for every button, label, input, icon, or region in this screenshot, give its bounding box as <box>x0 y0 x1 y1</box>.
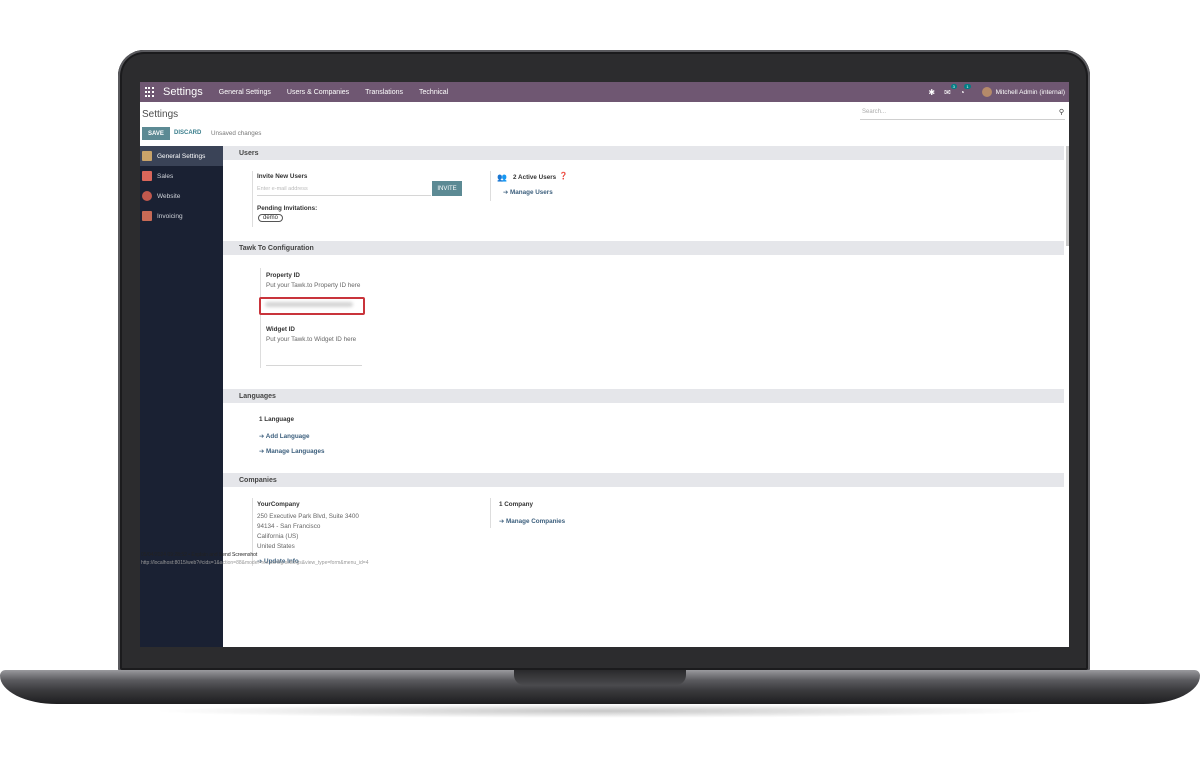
invite-button[interactable]: INVITE <box>432 181 462 196</box>
scrollbar[interactable] <box>1066 146 1069 246</box>
activity-clock-icon[interactable]: ◔ 1 <box>960 83 971 97</box>
property-id-help: Put your Tawk.to Property ID here <box>266 282 361 289</box>
messages-icon[interactable]: ✉ 3 <box>944 83 957 97</box>
sidebar-item-label: Invoicing <box>157 212 183 220</box>
manage-users-link[interactable]: ➔ Manage Users <box>503 189 553 196</box>
sidebar-item-sales[interactable]: Sales <box>140 166 223 186</box>
link-label: Manage Users <box>510 189 553 196</box>
sales-chart-icon <box>142 171 152 181</box>
company-address-line: California (US) <box>257 533 299 540</box>
user-menu[interactable]: Mitchell Admin (internal) <box>981 87 1065 97</box>
divider <box>252 171 253 227</box>
property-id-input[interactable] <box>259 297 365 315</box>
debug-url[interactable]: http://localhost:8015/web?#cids=1&action… <box>141 560 369 566</box>
activity-badge: 1 <box>964 83 971 89</box>
messages-badge: 3 <box>950 83 957 89</box>
invite-label: Invite New Users <box>257 173 308 180</box>
invoice-icon <box>142 211 152 221</box>
gear-icon <box>142 151 152 161</box>
laptop-notch <box>514 670 686 685</box>
manage-languages-link[interactable]: ➔ Manage Languages <box>259 448 324 455</box>
control-panel: Settings Search... ⚲ SAVE DISCARD Unsave… <box>140 102 1069 145</box>
redacted-value <box>265 302 353 307</box>
company-address-line: 250 Executive Park Blvd, Suite 3400 <box>257 513 359 520</box>
company-address-line: 94134 - San Francisco <box>257 523 321 530</box>
menu-general-settings[interactable]: General Settings <box>219 89 271 96</box>
users-icon: 👥 <box>497 173 507 182</box>
discard-button[interactable]: DISCARD <box>174 130 201 136</box>
active-users: 2 Active Users <box>513 174 557 181</box>
section-header-languages: Languages <box>223 389 1064 403</box>
laptop-shadow <box>150 704 1050 718</box>
add-language-link[interactable]: ➔ Add Language <box>259 433 310 440</box>
top-navbar: Settings General Settings Users & Compan… <box>140 82 1069 102</box>
divider <box>490 171 491 201</box>
bug-icon[interactable]: ✱ <box>928 88 935 97</box>
sidebar-item-general-settings[interactable]: General Settings <box>140 146 223 166</box>
section-header-tawk: Tawk To Configuration <box>223 241 1064 255</box>
sidebar-item-website[interactable]: Website <box>140 186 223 206</box>
help-icon[interactable]: ❓ <box>559 172 568 180</box>
page-title: Settings <box>142 109 179 120</box>
menu-technical[interactable]: Technical <box>419 89 448 96</box>
pending-tag[interactable]: demo <box>258 214 284 222</box>
divider <box>260 268 261 368</box>
email-placeholder: Enter e-mail address <box>257 186 308 192</box>
section-header-users: Users <box>223 146 1064 160</box>
widget-id-input[interactable] <box>266 354 362 366</box>
navbar-systray: ✱ ✉ 3 ◔ 1 Mitchell Admin (internal) <box>928 82 1065 102</box>
pending-label: Pending Invitations: <box>257 205 318 212</box>
divider <box>490 498 491 528</box>
sidebar-item-label: General Settings <box>157 152 206 160</box>
property-id-label: Property ID <box>266 272 300 279</box>
menu-users-companies[interactable]: Users & Companies <box>287 89 349 96</box>
unsaved-status: Unsaved changes <box>211 130 262 137</box>
link-label: Add Language <box>265 433 310 440</box>
search-input[interactable]: Search... ⚲ <box>860 109 1065 120</box>
settings-sidebar: General Settings Sales Website Invoicing <box>140 146 223 647</box>
sidebar-item-label: Website <box>157 192 181 200</box>
debug-timestamp: 05/04/2024 09:28:52 • Explain and Send S… <box>141 552 258 558</box>
sidebar-item-label: Sales <box>157 172 174 180</box>
menu-translations[interactable]: Translations <box>365 89 403 96</box>
search-placeholder: Search... <box>862 109 887 115</box>
avatar <box>981 87 992 97</box>
company-name: YourCompany <box>257 501 300 508</box>
section-header-companies: Companies <box>223 473 1064 487</box>
user-name: Mitchell Admin (internal) <box>995 88 1065 96</box>
search-icon[interactable]: ⚲ <box>1059 108 1064 116</box>
globe-icon <box>142 191 152 201</box>
company-address-line: United States <box>257 543 295 550</box>
company-count: 1 Company <box>499 501 533 508</box>
manage-companies-link[interactable]: ➔ Manage Companies <box>499 518 565 525</box>
language-count: 1 Language <box>259 416 294 423</box>
settings-content: Users Invite New Users Enter e-mail addr… <box>223 146 1069 647</box>
widget-id-help: Put your Tawk.to Widget ID here <box>266 336 357 343</box>
link-label: Manage Languages <box>266 448 325 455</box>
link-label: Manage Companies <box>506 518 566 525</box>
screen: Settings General Settings Users & Compan… <box>140 82 1069 647</box>
widget-id-label: Widget ID <box>266 326 295 333</box>
email-field[interactable]: Enter e-mail address <box>257 186 431 196</box>
app-brand[interactable]: Settings <box>163 86 203 98</box>
sidebar-item-invoicing[interactable]: Invoicing <box>140 206 223 226</box>
save-button[interactable]: SAVE <box>142 127 170 140</box>
apps-menu-icon[interactable] <box>145 87 155 97</box>
